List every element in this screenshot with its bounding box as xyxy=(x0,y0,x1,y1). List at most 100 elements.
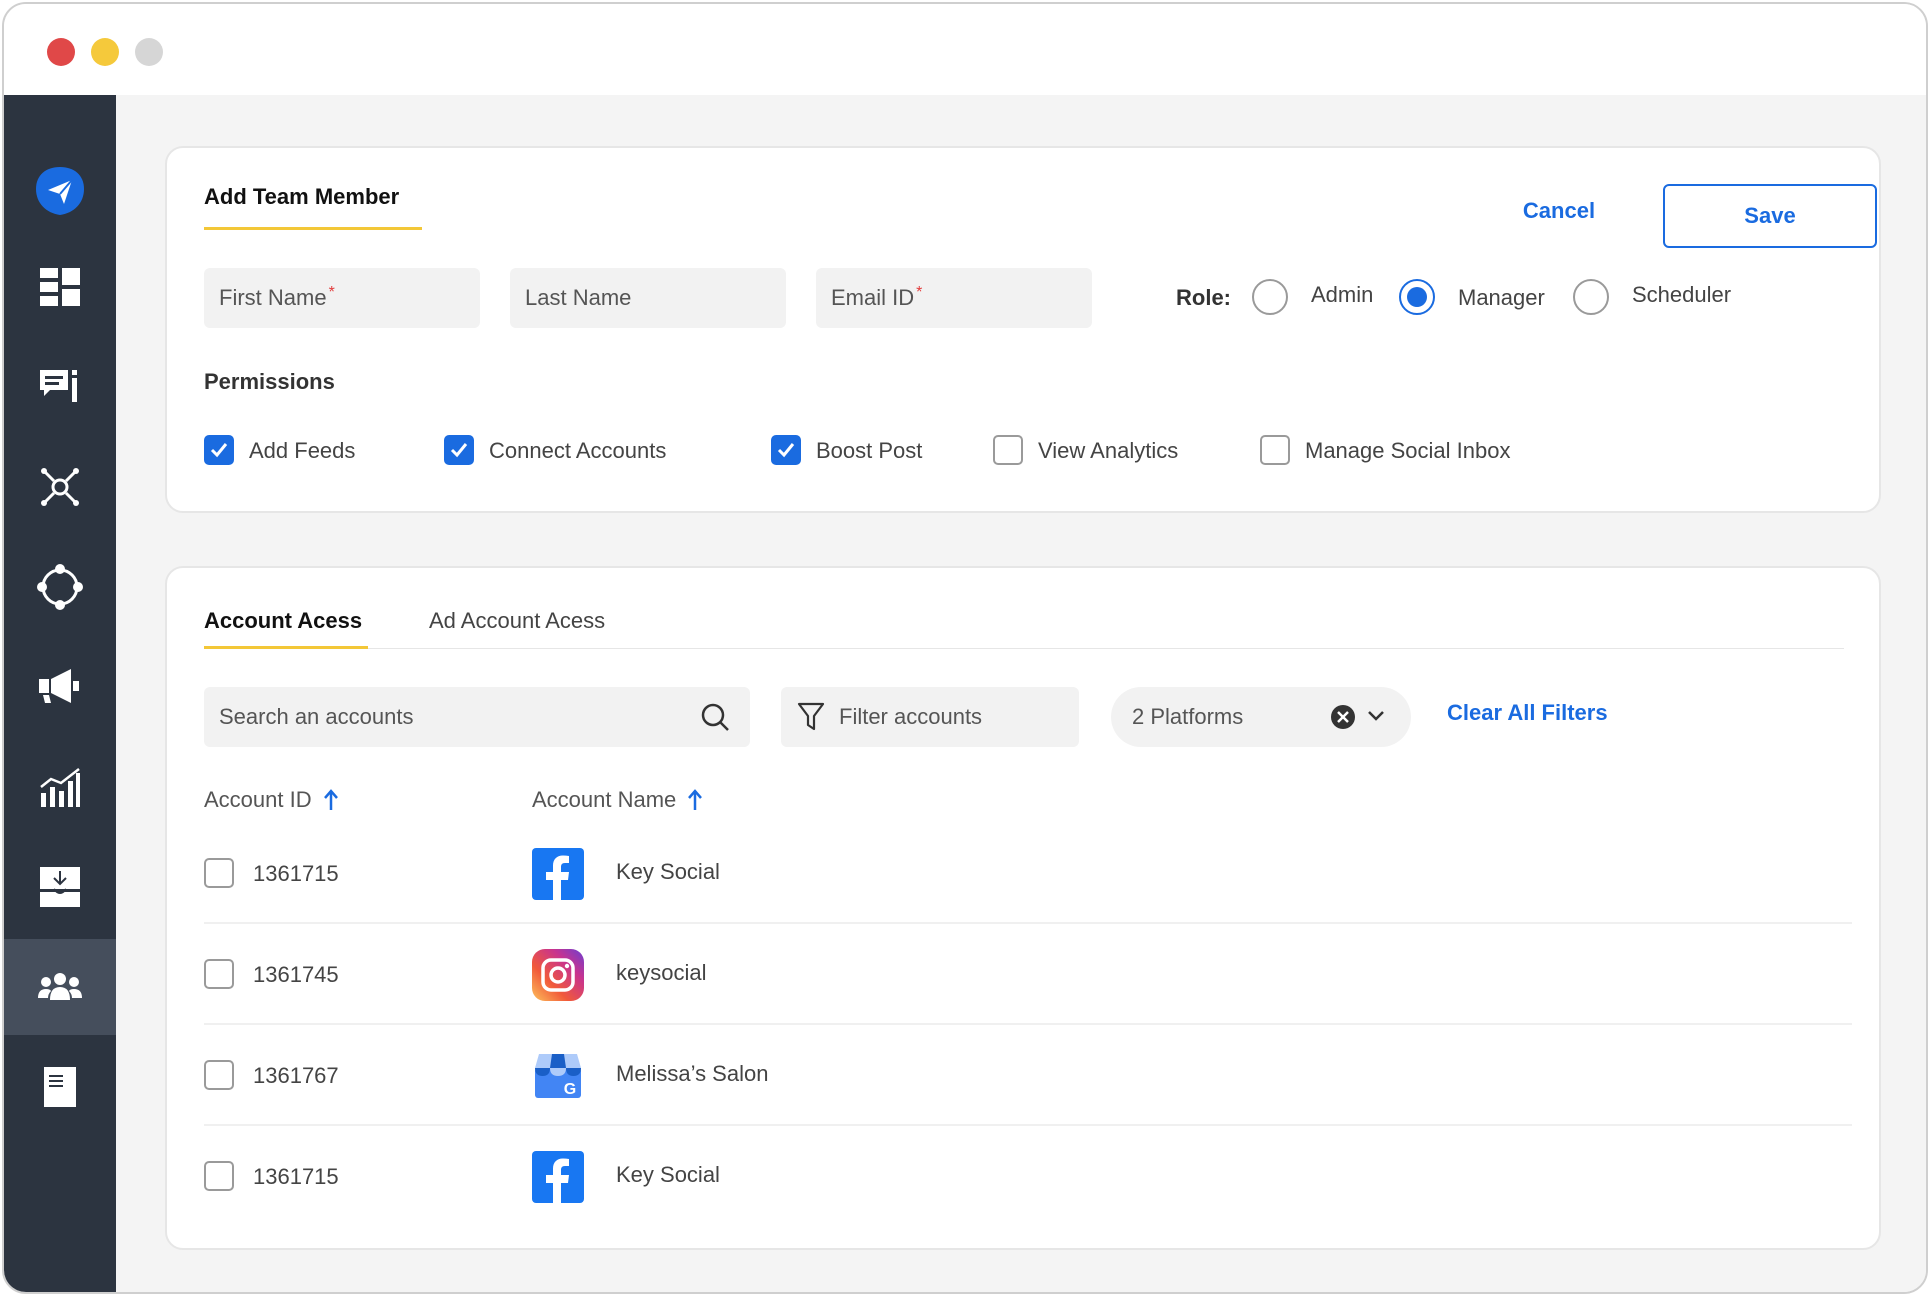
table-row[interactable]: 1361767 G Melissa’s Salon xyxy=(204,1025,1852,1126)
permission-connect-accounts-label: Connect Accounts xyxy=(489,438,667,463)
permission-add-feeds-checkbox[interactable] xyxy=(204,435,234,465)
clear-circle-icon[interactable] xyxy=(1331,705,1355,729)
instagram-icon xyxy=(532,949,584,1001)
role-radio-scheduler[interactable] xyxy=(1573,279,1609,315)
column-account-id-label: Account ID xyxy=(204,787,312,812)
account-name: keysocial xyxy=(616,960,707,985)
permissions-label: Permissions xyxy=(204,369,335,394)
sidebar-item-dashboard[interactable] xyxy=(4,239,116,335)
connections-circle-icon xyxy=(37,564,83,610)
permission-view-analytics-checkbox[interactable] xyxy=(993,435,1023,465)
permission-boost-post-label: Boost Post xyxy=(816,438,923,463)
filter-accounts-input[interactable]: Filter accounts xyxy=(781,687,1079,747)
sidebar-item-connections[interactable] xyxy=(4,539,116,635)
network-icon xyxy=(41,468,79,506)
email-placeholder: Email ID xyxy=(831,285,915,310)
close-window-button[interactable] xyxy=(47,38,75,66)
search-accounts-input[interactable]: Search an accounts xyxy=(204,687,750,747)
sidebar xyxy=(4,95,116,1292)
account-name: Melissa’s Salon xyxy=(616,1061,769,1086)
inbox-download-icon xyxy=(40,867,80,907)
sidebar-item-team[interactable] xyxy=(4,939,116,1035)
megaphone-icon xyxy=(39,669,79,703)
chevron-down-icon xyxy=(1368,711,1384,721)
last-name-placeholder: Last Name xyxy=(525,285,632,310)
column-header-account-id[interactable]: Account ID xyxy=(204,787,338,813)
table-row[interactable]: 1361745 keysocial xyxy=(204,924,1852,1025)
search-icon xyxy=(701,703,729,731)
save-button[interactable]: Save xyxy=(1663,184,1877,248)
sidebar-item-campaigns[interactable] xyxy=(4,639,116,735)
platforms-dropdown[interactable]: 2 Platforms xyxy=(1111,687,1411,747)
sidebar-item-posts[interactable] xyxy=(4,339,116,435)
compose-message-icon xyxy=(40,370,77,402)
first-name-field[interactable]: First Name * xyxy=(204,268,480,328)
minimize-window-button[interactable] xyxy=(91,38,119,66)
role-admin-label: Admin xyxy=(1311,282,1374,307)
title-underline xyxy=(204,227,422,230)
row-checkbox[interactable] xyxy=(204,1060,234,1090)
account-id: 1361715 xyxy=(253,1164,339,1189)
role-manager-label: Manager xyxy=(1458,285,1545,310)
role-label: Role: xyxy=(1176,285,1231,310)
last-name-field[interactable]: Last Name xyxy=(510,268,786,328)
checkmark-icon xyxy=(210,443,228,458)
cancel-button[interactable]: Cancel xyxy=(1494,190,1624,232)
search-placeholder: Search an accounts xyxy=(219,704,414,729)
account-name: Key Social xyxy=(616,1162,720,1187)
email-field[interactable]: Email ID * xyxy=(816,268,1092,328)
maximize-window-button[interactable] xyxy=(135,38,163,66)
role-scheduler-label: Scheduler xyxy=(1632,282,1732,307)
add-team-member-card: Add Team Member Cancel Save First Name * … xyxy=(165,146,1881,513)
dashboard-grid-icon xyxy=(40,268,80,306)
sidebar-item-logo[interactable] xyxy=(4,143,116,239)
main-content: Add Team Member Cancel Save First Name * … xyxy=(116,95,1926,1292)
checkmark-icon xyxy=(450,443,468,458)
account-id: 1361715 xyxy=(253,861,339,886)
paper-plane-logo-icon xyxy=(36,167,84,215)
app-window: Add Team Member Cancel Save First Name * … xyxy=(2,2,1928,1294)
permission-manage-social-inbox-label: Manage Social Inbox xyxy=(1305,438,1511,463)
tab-ad-account-access[interactable]: Ad Account Acess xyxy=(429,608,605,634)
clear-all-filters-link[interactable]: Clear All Filters xyxy=(1447,700,1608,726)
required-mark: * xyxy=(328,284,335,301)
permission-view-analytics-label: View Analytics xyxy=(1038,438,1179,463)
table-row[interactable]: 1361715 Key Social xyxy=(204,1126,1852,1227)
account-id: 1361767 xyxy=(253,1063,339,1088)
tab-active-underline xyxy=(204,646,368,649)
sort-up-arrow-icon xyxy=(323,789,338,810)
sidebar-item-network[interactable] xyxy=(4,439,116,535)
team-users-icon xyxy=(38,973,82,1000)
svg-text:G: G xyxy=(564,1081,576,1098)
permission-boost-post-checkbox[interactable] xyxy=(771,435,801,465)
facebook-icon xyxy=(532,848,584,900)
filter-funnel-icon xyxy=(797,702,825,731)
role-radio-manager[interactable] xyxy=(1399,279,1435,315)
checkmark-icon xyxy=(777,443,795,458)
filter-placeholder: Filter accounts xyxy=(839,704,983,729)
tab-divider xyxy=(204,648,1844,649)
tab-account-access[interactable]: Account Acess xyxy=(204,608,362,634)
row-checkbox[interactable] xyxy=(204,858,234,888)
sidebar-item-reports[interactable] xyxy=(4,1039,116,1135)
sidebar-item-analytics[interactable] xyxy=(4,739,116,835)
facebook-icon xyxy=(532,1151,584,1203)
document-icon xyxy=(44,1067,76,1107)
account-name: Key Social xyxy=(616,859,720,884)
row-checkbox[interactable] xyxy=(204,1161,234,1191)
permission-connect-accounts-checkbox[interactable] xyxy=(444,435,474,465)
table-row[interactable]: 1361715 Key Social xyxy=(204,823,1852,924)
column-header-account-name[interactable]: Account Name xyxy=(532,787,703,813)
role-radio-admin[interactable] xyxy=(1252,279,1288,315)
permission-manage-social-inbox-checkbox[interactable] xyxy=(1260,435,1290,465)
column-account-name-label: Account Name xyxy=(532,787,677,812)
google-business-icon: G xyxy=(535,1054,581,1098)
platforms-value: 2 Platforms xyxy=(1132,704,1244,729)
required-mark: * xyxy=(916,284,923,301)
analytics-chart-icon xyxy=(40,768,80,807)
sort-up-arrow-icon xyxy=(688,789,703,810)
sidebar-item-inbox[interactable] xyxy=(4,839,116,935)
account-id: 1361745 xyxy=(253,962,339,987)
row-checkbox[interactable] xyxy=(204,959,234,989)
permission-add-feeds-label: Add Feeds xyxy=(249,438,356,463)
